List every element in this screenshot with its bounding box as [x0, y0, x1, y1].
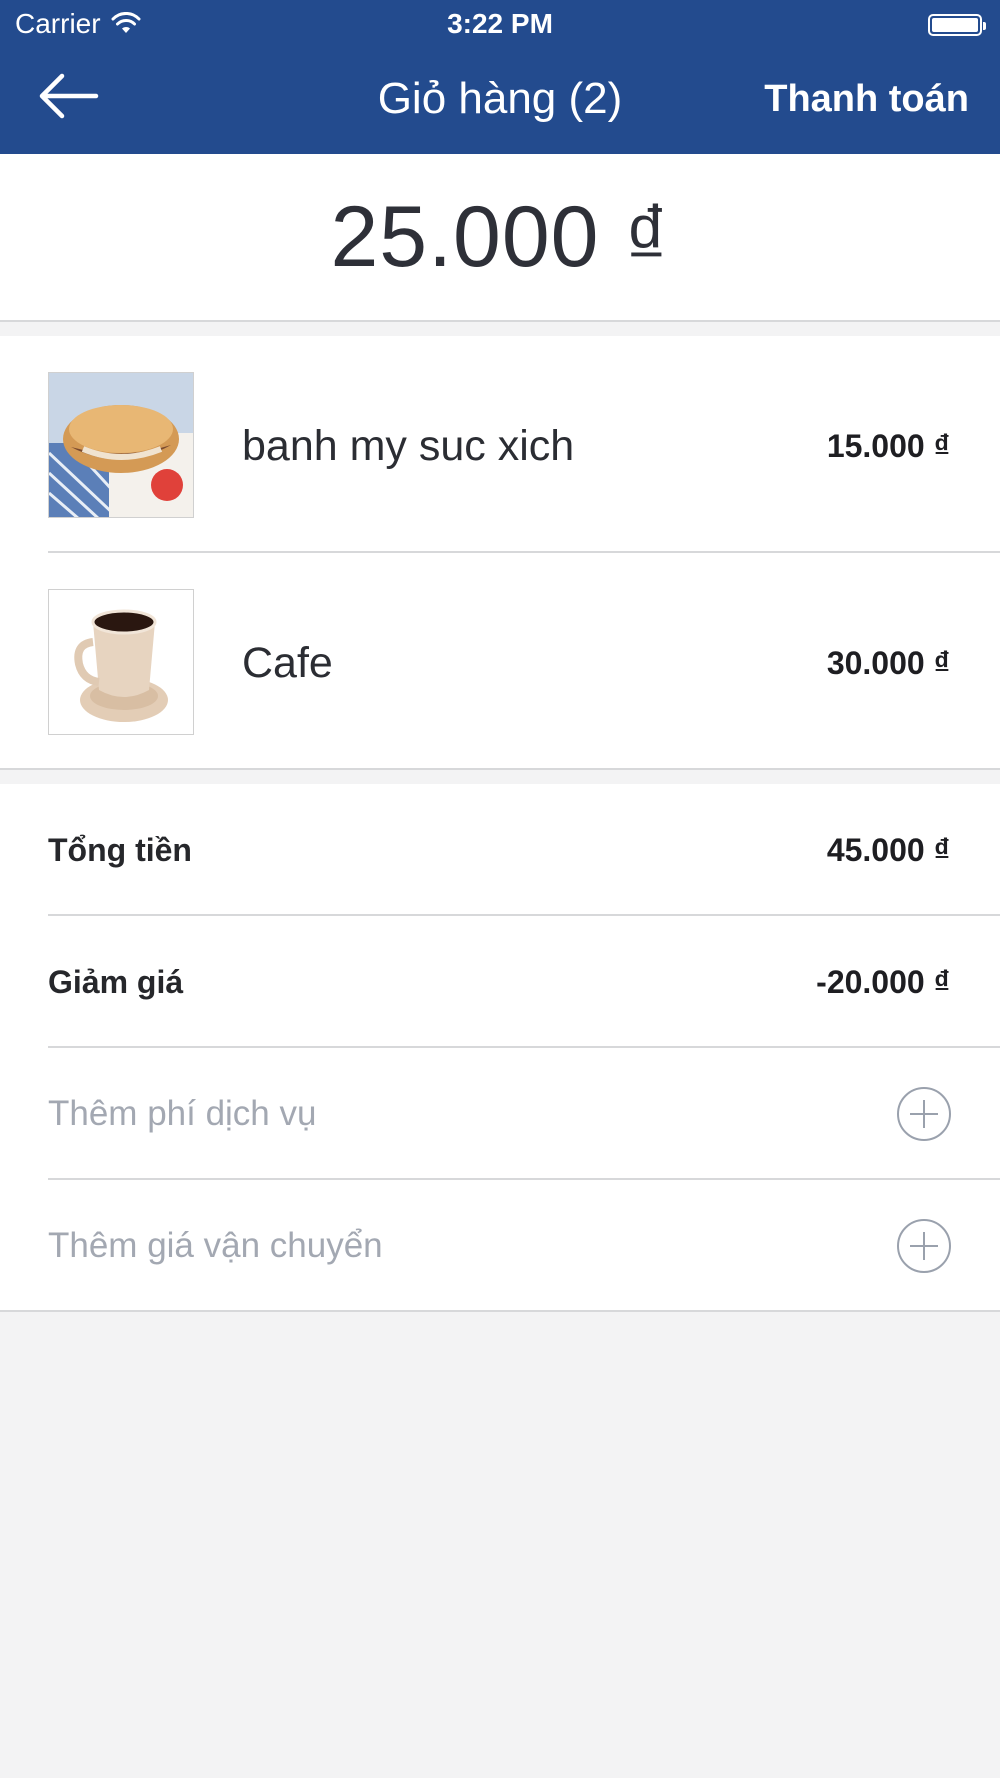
plus-circle-icon — [897, 1087, 951, 1141]
coffee-cup-thumbnail — [48, 589, 194, 735]
discount-row[interactable]: Giảm giá -20.000 ₫ — [0, 916, 1000, 1048]
subtotal-label: Tổng tiền — [48, 832, 192, 868]
add-shipping-button[interactable] — [896, 1218, 952, 1274]
cart-item-name: Cafe — [242, 639, 333, 687]
add-shipping-row[interactable]: Thêm giá vận chuyển — [0, 1180, 1000, 1312]
cart-total-amount: 25.000 ₫ — [330, 188, 670, 285]
add-service-fee-row[interactable]: Thêm phí dịch vụ — [0, 1048, 1000, 1180]
cart-item-name: banh my suc xich — [242, 422, 575, 470]
add-service-fee-label: Thêm phí dịch vụ — [48, 1094, 317, 1133]
add-shipping-label: Thêm giá vận chuyển — [48, 1226, 383, 1265]
status-bar: Carrier 3:22 PM — [0, 0, 1000, 50]
cart-total-panel: 25.000 ₫ — [0, 154, 1000, 322]
cart-items-list: banh my suc xich 15.000 ₫ Cafe 30.000 ₫ — [0, 336, 1000, 770]
banh-mi-thumbnail — [48, 372, 194, 518]
status-time: 3:22 PM — [447, 8, 553, 39]
add-service-fee-button[interactable] — [896, 1086, 952, 1142]
header-bar: Carrier 3:22 PM Giỏ hàng (2) Thanh toán — [0, 0, 1000, 154]
cart-item-price: 15.000 ₫ — [826, 428, 950, 464]
subtotal-value: 45.000 ₫ — [826, 832, 950, 868]
cart-item[interactable]: Cafe 30.000 ₫ — [0, 553, 1000, 770]
subtotal-row: Tổng tiền 45.000 ₫ — [0, 784, 1000, 916]
cart-item-price: 30.000 ₫ — [826, 645, 950, 681]
checkout-button[interactable]: Thanh toán — [764, 78, 969, 121]
order-summary: Tổng tiền 45.000 ₫ Giảm giá -20.000 ₫ Th… — [0, 784, 1000, 1312]
discount-label: Giảm giá — [48, 964, 184, 1000]
discount-value: -20.000 ₫ — [816, 964, 950, 1000]
plus-circle-icon — [897, 1219, 951, 1273]
cart-item[interactable]: banh my suc xich 15.000 ₫ — [0, 336, 1000, 553]
battery-icon — [928, 14, 986, 36]
